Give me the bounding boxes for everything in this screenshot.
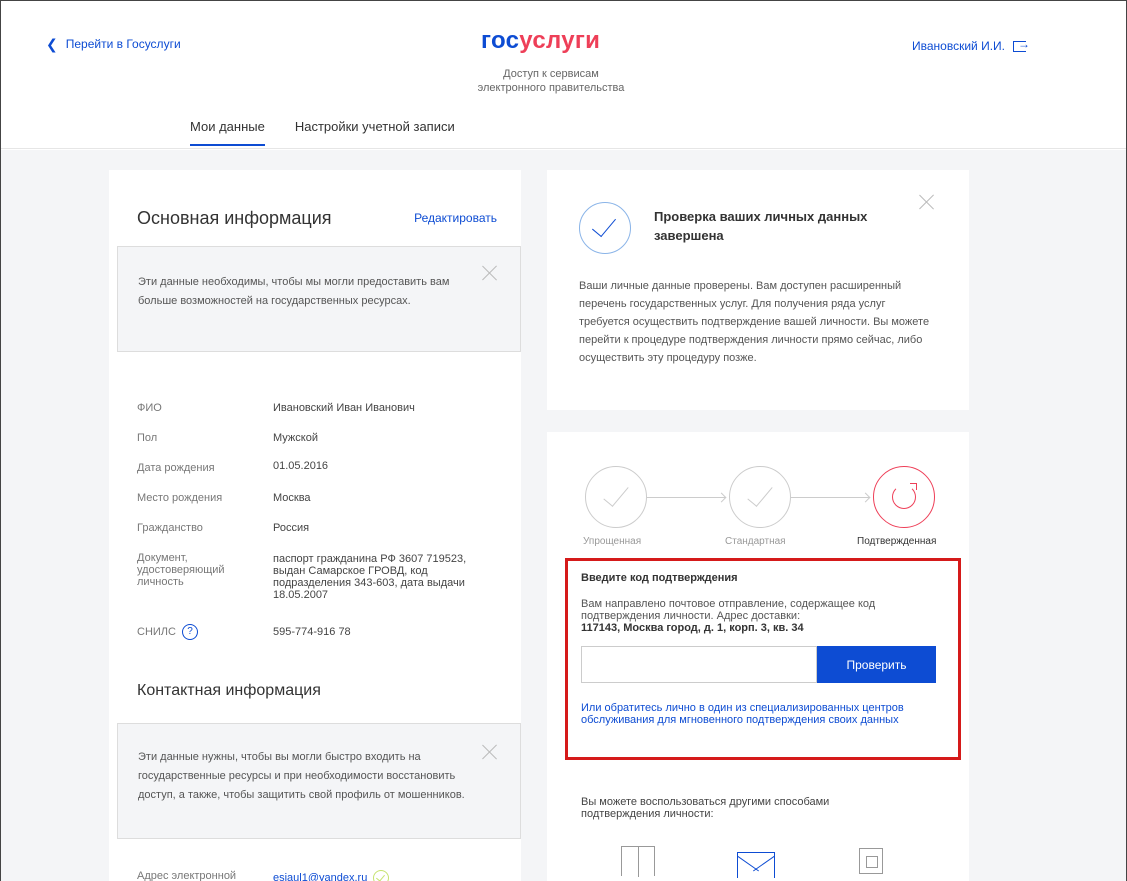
gosuslugi-logo[interactable]: госуслуги [481, 27, 600, 55]
label-email: Адрес электронной почты [137, 870, 237, 881]
content-area: Основная информация Редактировать Эти да… [1, 150, 1126, 881]
refresh-icon [892, 483, 917, 509]
verification-title: Проверка ваших личных данных завершена [654, 209, 868, 243]
page-frame: ❮ Перейти в Госуслуги госуслуги Доступ к… [0, 0, 1127, 881]
help-icon[interactable]: ? [181, 624, 198, 640]
logout-icon[interactable] [1013, 37, 1030, 52]
other-ways-text: Вы можете воспользоваться другими способ… [581, 796, 830, 820]
label-citizenship: Гражданство [137, 522, 203, 534]
step-label-confirmed: Подтвержденная [857, 536, 937, 547]
main-info-notice-text: Эти данные необходимы, чтобы мы могли пр… [138, 276, 450, 307]
label-fio: ФИО [137, 402, 162, 414]
book-icon[interactable] [621, 846, 655, 877]
verification-complete-card: Проверка ваших личных данных завершена В… [547, 170, 969, 410]
confirmation-code-input[interactable] [581, 646, 817, 683]
check-circle-icon [579, 202, 631, 254]
tab-account-settings[interactable]: Настройки учетной записи [295, 119, 455, 146]
code-text: Вам направлено почтовое отправление, сод… [581, 598, 941, 634]
contact-info-notice-text: Эти данные нужны, чтобы вы могли быстро … [138, 751, 465, 801]
edit-link[interactable]: Редактировать [414, 211, 497, 225]
step-label-simplified: Упрощенная [583, 536, 642, 547]
label-birth-place: Место рождения [137, 492, 223, 504]
main-info-title: Основная информация [137, 208, 332, 228]
service-centers-link[interactable]: Или обратитесь лично в один из специализ… [581, 702, 921, 726]
verification-text: Ваши личные данные проверены. Вам доступ… [579, 280, 930, 364]
chevron-left-icon: ❮ [46, 36, 58, 52]
logo-subtitle: Доступ к сервисам электронного правитель… [441, 67, 661, 95]
step-confirmed-icon [873, 466, 935, 528]
step-arrow [647, 497, 725, 498]
mail-icon[interactable] [737, 852, 775, 878]
main-info-notice: Эти данные необходимы, чтобы мы могли пр… [117, 246, 521, 352]
delivery-address: 117143, Москва город, д. 1, корп. 3, кв.… [581, 622, 804, 634]
contact-info-title: Контактная информация [137, 682, 321, 699]
user-name[interactable]: Ивановский И.И. [912, 39, 1005, 53]
value-birth-place: Москва [273, 492, 311, 504]
back-to-gosuslugi-link[interactable]: ❮ Перейти в Госуслуги [46, 37, 181, 51]
value-snils: 595-774-916 78 [273, 626, 351, 638]
personal-info-card: Основная информация Редактировать Эти да… [109, 170, 521, 881]
step-label-standard: Стандартная [725, 536, 786, 547]
label-snils: СНИЛС [137, 625, 176, 638]
chip-icon[interactable] [859, 848, 883, 874]
value-fio: Ивановский Иван Иванович [273, 402, 415, 414]
user-menu[interactable]: Ивановский И.И. [912, 37, 1030, 54]
label-birth-date: Дата рождения [137, 462, 215, 474]
close-icon[interactable] [482, 265, 498, 281]
tabs: Мои данные Настройки учетной записи [190, 119, 455, 146]
tab-my-data[interactable]: Мои данные [190, 119, 265, 146]
logo-part-gos: гос [481, 27, 520, 54]
code-title: Введите код подтверждения [581, 572, 738, 584]
step-arrow [791, 497, 869, 498]
verified-check-icon [373, 870, 390, 881]
close-icon[interactable] [482, 744, 498, 760]
value-id-document: паспорт гражданина РФ 3607 719523, выдан… [273, 553, 467, 601]
value-email[interactable]: esiaul1@yandex.ru [273, 872, 367, 881]
label-id-document: Документ, удостоверяющий личность [137, 552, 225, 588]
value-birth-date: 01.05.2016 [273, 460, 329, 472]
subtitle-line-2: электронного правительства [477, 82, 625, 94]
step-simplified-icon [585, 466, 647, 528]
header: ❮ Перейти в Госуслуги госуслуги Доступ к… [1, 1, 1126, 149]
contact-info-notice: Эти данные нужны, чтобы вы могли быстро … [117, 723, 521, 839]
logo-part-uslugi: услуги [519, 27, 601, 54]
code-text-body: Вам направлено почтовое отправление, сод… [581, 598, 876, 622]
value-gender: Мужской [273, 432, 318, 444]
back-link-label: Перейти в Госуслуги [65, 37, 181, 51]
label-snils-wrap: СНИЛС? [137, 624, 198, 640]
step-standard-icon [729, 466, 791, 528]
value-citizenship: Россия [273, 522, 310, 534]
check-button[interactable]: Проверить [817, 646, 936, 683]
value-email-wrap: esiaul1@yandex.ru [273, 870, 390, 881]
subtitle-line-1: Доступ к сервисам [503, 68, 599, 80]
account-levels-card: Упрощенная Стандартная Подтвержденная Вв… [547, 432, 969, 881]
label-gender: Пол [137, 432, 158, 444]
close-icon[interactable] [919, 194, 935, 210]
